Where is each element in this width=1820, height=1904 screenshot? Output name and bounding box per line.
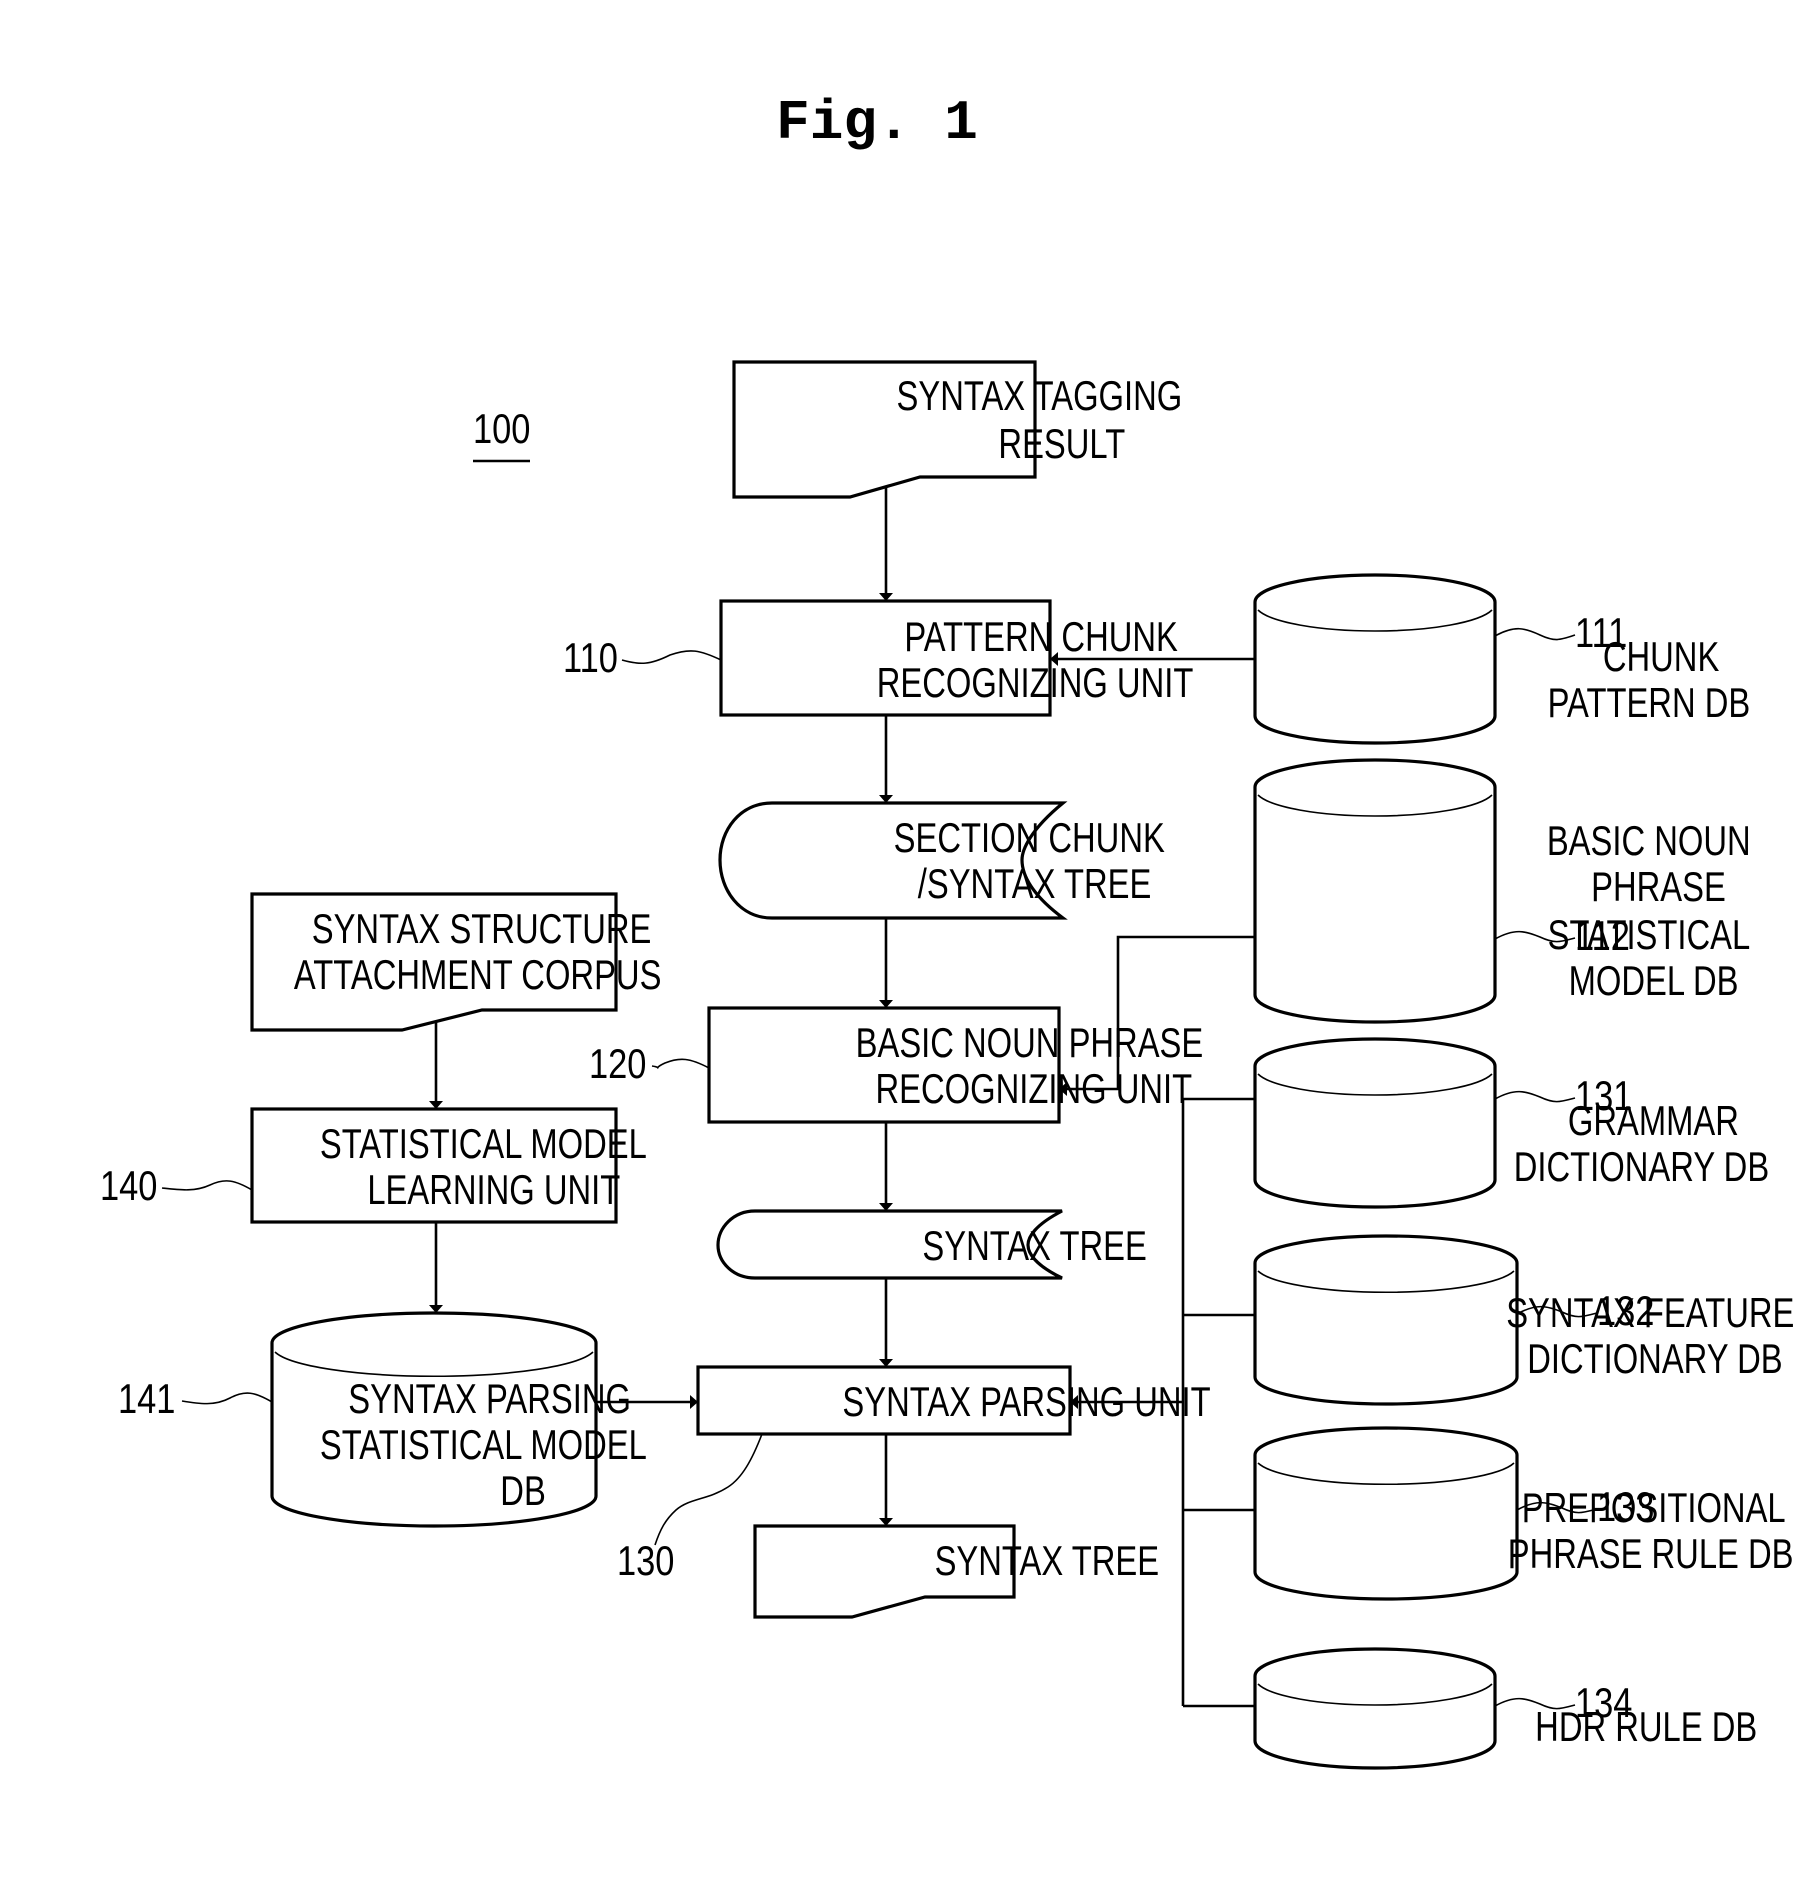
node-label-line: SYNTAX TREE [935, 1537, 1159, 1584]
ref-label-134: 134 [1575, 1680, 1632, 1727]
node-label-line: BASIC NOUN [1547, 817, 1751, 864]
node-label-line: RECOGNIZING UNIT [877, 659, 1194, 706]
node-label-line: LEARNING UNIT [367, 1166, 620, 1213]
ref-leader-120 [651, 1058, 710, 1069]
node-label-line: SYNTAX PARSING UNIT [842, 1378, 1210, 1425]
ref-label-132: 132 [1597, 1288, 1654, 1335]
node-label-line: RECOGNIZING UNIT [876, 1065, 1193, 1112]
node-chunk-pattern-db: CHUNK PATTERN DB [1253, 573, 1751, 745]
node-syntax-tree-out: SYNTAX TREE [753, 1524, 1159, 1619]
node-bnp-unit: BASIC NOUN PHRASE RECOGNIZING UNIT [707, 1006, 1204, 1124]
node-syntax-tree-mid: SYNTAX TREE [716, 1209, 1147, 1280]
node-label-line: DICTIONARY DB [1514, 1143, 1769, 1190]
node-label-line: HDR RULE DB [1535, 1703, 1757, 1750]
ref-label-110: 110 [563, 635, 618, 682]
node-label-line: SYNTAX STRUCTURE [312, 905, 652, 952]
node-label-line: SYNTAX PARSING [348, 1375, 631, 1422]
node-pattern-chunk-unit: PATTERN CHUNK RECOGNIZING UNIT [719, 599, 1194, 717]
node-parsing-unit: SYNTAX PARSING UNIT [696, 1365, 1211, 1436]
node-label-line: PATTERN CHUNK [904, 613, 1178, 660]
ref-leader-140 [161, 1180, 253, 1191]
node-label-line: DB [500, 1467, 546, 1514]
ref-leader-110 [621, 650, 722, 665]
node-label-line: PHRASE RULE DB [1508, 1530, 1794, 1577]
node-syntax-feature-db: SYNTAX FEATURE DICTIONARY DB [1253, 1234, 1794, 1406]
ref-label-133: 133 [1597, 1484, 1654, 1531]
node-label-line: RESULT [998, 420, 1125, 467]
node-label-line: SYNTAX TREE [922, 1222, 1146, 1269]
node-bnp-model-db: BASIC NOUN PHRASE STATISTICAL MODEL DB [1253, 758, 1751, 1024]
node-hdr-rule-db: HDR RULE DB [1253, 1647, 1757, 1770]
ref-leader-141 [181, 1392, 273, 1405]
ref-leader-111 [1494, 627, 1576, 641]
node-label-line: MODEL DB [1569, 957, 1739, 1004]
node-learning-unit: STATISTICAL MODEL LEARNING UNIT [250, 1107, 647, 1224]
ref-label-120: 120 [589, 1041, 646, 1088]
ref-label-131: 131 [1575, 1073, 1632, 1120]
ref-label-141: 141 [118, 1376, 175, 1423]
node-grammar-db: GRAMMAR DICTIONARY DB [1253, 1037, 1769, 1209]
ref-label-112: 112 [1575, 913, 1630, 960]
node-label-line: STATISTICAL MODEL [320, 1120, 647, 1167]
ref-leader-130 [654, 1433, 763, 1546]
node-section-chunk-tree: SECTION CHUNK /SYNTAX TREE [718, 801, 1165, 920]
node-label-line: SYNTAX TAGGING [897, 372, 1183, 419]
system-ref-label: 100 [473, 406, 530, 453]
node-label-line: DICTIONARY DB [1527, 1335, 1782, 1382]
node-label-line: PATTERN DB [1548, 679, 1751, 726]
figure-title: Fig. 1 [776, 91, 978, 155]
ref-label-140: 140 [100, 1163, 157, 1210]
node-parse-model-db: SYNTAX PARSING STATISTICAL MODEL DB [270, 1311, 647, 1528]
diagram-canvas: Fig. 1 100 SYNTAX TAGGING RESULT PATTERN… [100, 91, 1794, 1770]
ref-label-130: 130 [617, 1538, 674, 1585]
node-label-line: PHRASE [1591, 863, 1726, 910]
node-corpus: SYNTAX STRUCTURE ATTACHMENT CORPUS [250, 892, 662, 1032]
node-label-line: BASIC NOUN PHRASE [856, 1019, 1204, 1066]
node-label-line: ATTACHMENT CORPUS [294, 951, 662, 998]
node-prep-rule-db: PREPOSITIONAL PHRASE RULE DB [1253, 1426, 1794, 1601]
node-label-line: STATISTICAL MODEL [320, 1421, 647, 1468]
node-tagging-result: SYNTAX TAGGING RESULT [732, 360, 1183, 499]
node-label-line: /SYNTAX TREE [918, 860, 1152, 907]
node-label-line: SECTION CHUNK [894, 814, 1165, 861]
ref-leader-131 [1494, 1090, 1576, 1103]
ref-label-111: 111 [1575, 610, 1627, 657]
